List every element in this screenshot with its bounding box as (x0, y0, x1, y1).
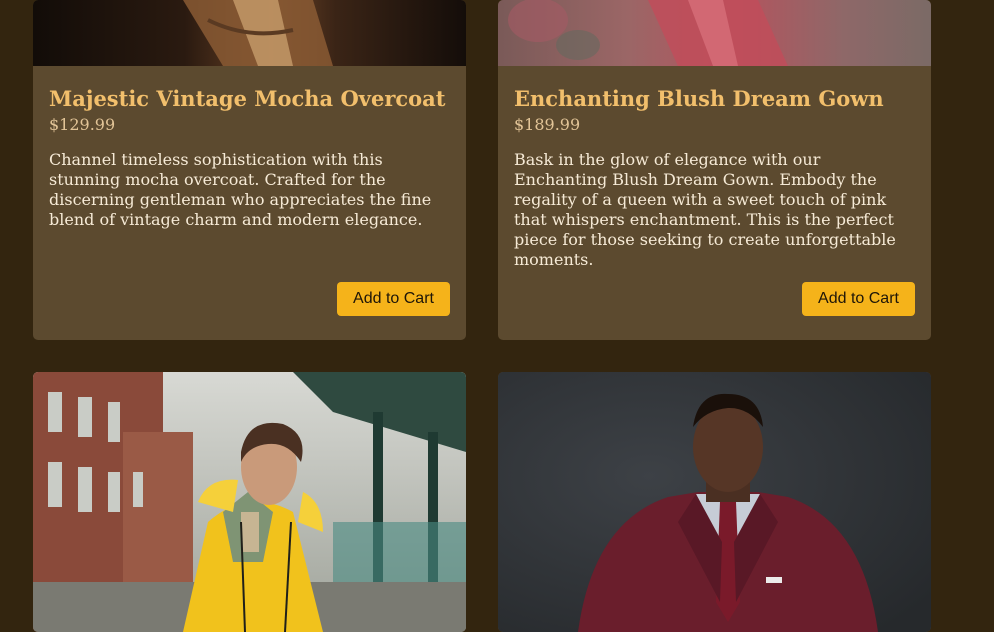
product-price: $189.99 (514, 115, 581, 134)
product-image (33, 372, 466, 632)
product-card (498, 372, 931, 632)
product-price: $129.99 (49, 115, 116, 134)
product-card (33, 372, 466, 632)
add-to-cart-button[interactable]: Add to Cart (802, 282, 915, 316)
product-description: Bask in the glow of elegance with our En… (514, 150, 896, 269)
product-image (33, 0, 466, 66)
product-card: Majestic Vintage Mocha Overcoat $129.99 … (33, 0, 466, 340)
product-image (498, 372, 931, 632)
product-title: Enchanting Blush Dream Gown (514, 86, 884, 111)
product-image (498, 0, 931, 66)
add-to-cart-button[interactable]: Add to Cart (337, 282, 450, 316)
product-title: Majestic Vintage Mocha Overcoat (49, 86, 446, 111)
product-description: Channel timeless sophistication with thi… (49, 150, 432, 229)
product-card: Enchanting Blush Dream Gown $189.99 Bask… (498, 0, 931, 340)
